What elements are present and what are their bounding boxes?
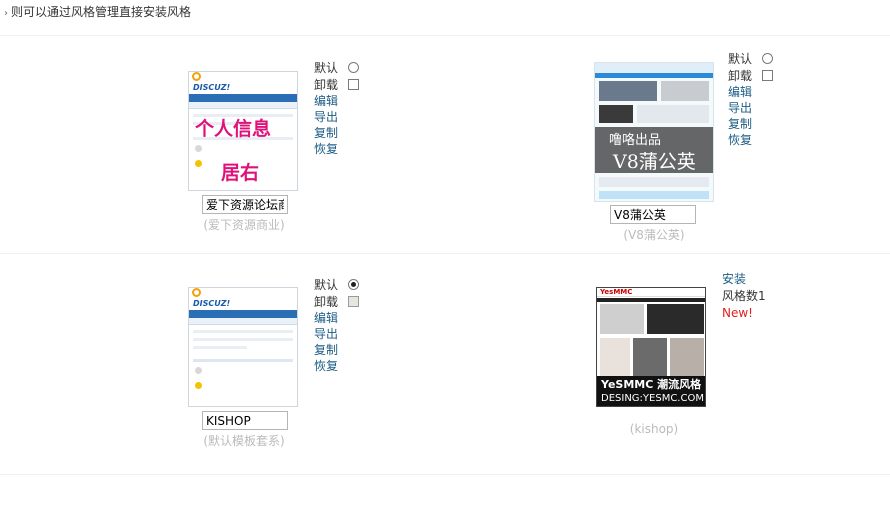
- logo-icon: [192, 72, 201, 81]
- uninstall-option[interactable]: 卸载: [314, 293, 359, 310]
- uninstall-label: 卸载: [728, 68, 753, 83]
- uninstall-checkbox[interactable]: [348, 79, 359, 90]
- style-subtitle: (爱下资源商业): [203, 218, 285, 232]
- style-options: 默认 卸载 编辑 导出 复制 恢复: [314, 276, 359, 374]
- thumb-header: DISCUZ!: [189, 288, 297, 310]
- thumb-nav: [189, 310, 297, 318]
- thumb-nav: [595, 73, 713, 78]
- default-option[interactable]: 默认: [314, 276, 359, 293]
- style-name-input[interactable]: [202, 411, 288, 430]
- style-subtitle: (默认模板套系): [203, 434, 285, 448]
- style-subtitle: (V8蒲公英): [623, 228, 685, 242]
- logo: DISCUZ!: [193, 299, 231, 308]
- thumb-block: [633, 338, 667, 376]
- thumb-block: [599, 105, 633, 123]
- default-option[interactable]: 默认: [314, 59, 359, 76]
- default-option[interactable]: 默认: [728, 50, 773, 67]
- thumb-avatar: [195, 145, 202, 152]
- thumb-overlay-text: YeSMMC 潮流风格: [601, 378, 702, 391]
- style-thumbnail[interactable]: 噜咯出品 V8蒲公英: [594, 62, 714, 202]
- copy-link[interactable]: 复制: [314, 342, 359, 358]
- restore-link[interactable]: 恢复: [728, 132, 773, 148]
- thumb-line: [193, 338, 293, 341]
- thumb-block: [600, 338, 630, 376]
- uninstall-option[interactable]: 卸载: [314, 76, 359, 93]
- uninstall-checkbox[interactable]: [762, 70, 773, 81]
- divider: [0, 35, 890, 36]
- style-thumbnail[interactable]: YesMMC YeSMMC 潮流风格 DESING:YESMC.COM: [596, 287, 706, 407]
- export-link[interactable]: 导出: [314, 109, 359, 125]
- thumb-line: [193, 330, 293, 333]
- copy-link[interactable]: 复制: [728, 116, 773, 132]
- logo-icon: [192, 288, 201, 297]
- uninstall-label: 卸载: [314, 294, 339, 309]
- default-label: 默认: [314, 60, 339, 75]
- thumb-header: [595, 63, 713, 73]
- logo: DISCUZ!: [193, 83, 231, 92]
- thumb-block: [599, 177, 709, 187]
- edit-link[interactable]: 编辑: [728, 84, 773, 100]
- style-count: 风格数1: [722, 289, 766, 303]
- thumb-block: [599, 191, 709, 199]
- default-radio[interactable]: [348, 62, 359, 73]
- style-thumbnail[interactable]: DISCUZ!: [188, 287, 298, 407]
- uninstall-option[interactable]: 卸载: [728, 67, 773, 84]
- thumb-header: DISCUZ!: [189, 72, 297, 94]
- style-thumbnail[interactable]: DISCUZ! 个人信息 居右: [188, 71, 298, 191]
- thumb-block: [647, 304, 704, 334]
- default-radio[interactable]: [762, 53, 773, 64]
- export-link[interactable]: 导出: [314, 326, 359, 342]
- thumb-block: [600, 304, 644, 334]
- thumb-line: [193, 346, 247, 349]
- style-name-input[interactable]: [610, 205, 696, 224]
- thumb-nav: [597, 298, 705, 302]
- thumb-subnav: [189, 318, 297, 325]
- uninstall-label: 卸载: [314, 77, 339, 92]
- thumb-subnav: [189, 102, 297, 109]
- thumb-overlay-text: 个人信息: [195, 118, 272, 140]
- thumb-overlay-text: 噜咯出品: [609, 133, 662, 148]
- restore-link[interactable]: 恢复: [314, 141, 359, 157]
- thumb-line: [193, 359, 293, 362]
- divider: [0, 474, 890, 475]
- logo: YesMMC: [600, 288, 633, 296]
- tip-text: › 则可以通过风格管理直接安装风格: [4, 3, 191, 20]
- new-badge: New!: [722, 306, 753, 320]
- divider: [0, 253, 890, 254]
- thumb-nav: [189, 94, 297, 102]
- thumb-overlay-text: DESING:YESMC.COM: [601, 393, 704, 404]
- restore-link[interactable]: 恢复: [314, 358, 359, 374]
- thumb-block: [637, 105, 709, 123]
- thumb-banner: [661, 81, 709, 101]
- thumb-block: [670, 338, 704, 376]
- thumb-overlay-text: V8蒲公英: [613, 151, 696, 173]
- install-link[interactable]: 安装: [722, 271, 766, 288]
- copy-link[interactable]: 复制: [314, 125, 359, 141]
- thumb-banner: [599, 81, 657, 101]
- style-name-input[interactable]: [202, 195, 288, 214]
- edit-link[interactable]: 编辑: [314, 93, 359, 109]
- arrow-icon: ›: [4, 8, 8, 19]
- uninstall-checkbox: [348, 296, 359, 307]
- style-subtitle: (kishop): [629, 422, 679, 436]
- default-label: 默认: [314, 277, 339, 292]
- export-link[interactable]: 导出: [728, 100, 773, 116]
- style-options: 默认 卸载 编辑 导出 复制 恢复: [314, 59, 359, 157]
- style-options: 默认 卸载 编辑 导出 复制 恢复: [728, 50, 773, 148]
- tip-label: 则可以通过风格管理直接安装风格: [11, 5, 192, 19]
- default-radio[interactable]: [348, 279, 359, 290]
- default-label: 默认: [728, 51, 753, 66]
- thumb-avatar: [195, 382, 202, 389]
- edit-link[interactable]: 编辑: [314, 310, 359, 326]
- style-options: 安装 风格数1 New!: [722, 271, 766, 322]
- thumb-avatar: [195, 160, 202, 167]
- thumb-avatar: [195, 367, 202, 374]
- thumb-overlay-text: 居右: [221, 162, 260, 184]
